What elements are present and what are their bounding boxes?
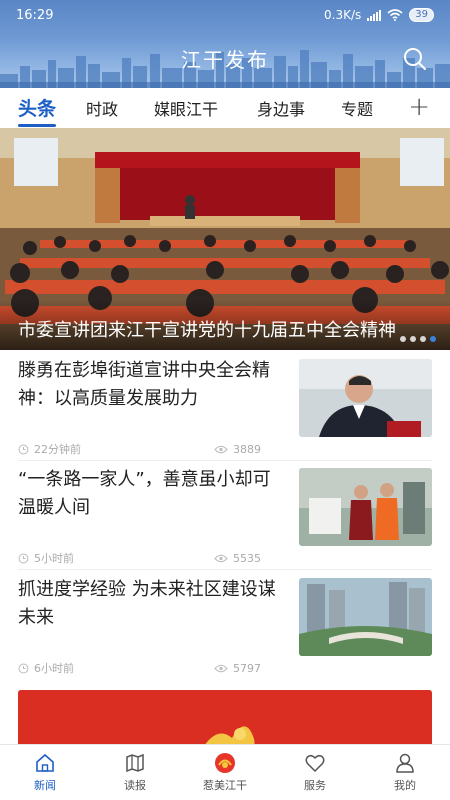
nav-label: 新闻 (34, 779, 56, 792)
nav-label: 服务 (304, 779, 326, 792)
news-thumbnail[interactable] (299, 578, 432, 656)
app-title: 江干发布 (181, 48, 269, 72)
news-views: 5797 (233, 661, 261, 675)
home-icon (36, 753, 54, 772)
nav-service[interactable]: 服务 (270, 745, 360, 800)
hero-carousel[interactable]: 市委宣讲团来江干宣讲党的十九届五中全会精神 (0, 128, 450, 350)
nav-beautiful-jianggan[interactable]: 惹美江干 (180, 745, 270, 800)
network-speed: 0.3K/s (324, 8, 362, 22)
news-meta: 22分钟前 3889 (18, 441, 268, 457)
news-list-item[interactable]: 滕勇在彭埠街道宣讲中央全会精神：以高质量发展助力 22分钟前 3889 (18, 357, 432, 465)
news-thumbnail[interactable] (299, 468, 432, 546)
carousel-dot-active[interactable] (430, 336, 436, 342)
nav-profile[interactable]: 我的 (360, 745, 450, 800)
hero-caption[interactable]: 市委宣讲团来江干宣讲党的十九届五中全会精神 (18, 316, 418, 342)
app-header: 16:29 0.3K/s 39 江干发布 (0, 0, 450, 88)
wifi-icon (387, 9, 403, 21)
nav-news[interactable]: 新闻 (0, 745, 90, 800)
news-time: 6小时前 (34, 662, 74, 675)
clock-icon (18, 553, 29, 563)
news-list-item[interactable]: “一条路一家人”，善意虽小却可温暖人间 5小时前 5535 (18, 466, 432, 574)
news-list-item[interactable]: 抓进度学经验 为未来社区建设谋未来 6小时前 5797 (18, 576, 432, 684)
hero-caption-overlay: 市委宣讲团来江干宣讲党的十九届五中全会精神 (0, 300, 450, 350)
nav-label: 读报 (124, 779, 146, 792)
carousel-dot[interactable] (410, 336, 416, 342)
active-tab-indicator (18, 124, 56, 127)
news-title[interactable]: “一条路一家人”，善意虽小却可温暖人间 (18, 466, 283, 522)
news-title[interactable]: 抓进度学经验 为未来社区建设谋未来 (18, 576, 283, 632)
news-time: 22分钟前 (34, 443, 81, 456)
eye-icon (214, 554, 228, 562)
tab-topics[interactable]: 专题 (341, 96, 373, 120)
clock-icon (18, 444, 29, 454)
signal-icon (367, 9, 382, 21)
news-meta: 6小时前 5797 (18, 660, 268, 676)
nav-newspaper[interactable]: 读报 (90, 745, 180, 800)
news-time: 5小时前 (34, 552, 74, 565)
add-tab-icon[interactable]: + (408, 92, 430, 122)
divider (18, 569, 432, 570)
tab-local[interactable]: 身边事 (257, 96, 305, 120)
search-icon[interactable] (402, 46, 428, 72)
promo-banner[interactable] (18, 690, 432, 746)
news-meta: 5小时前 5535 (18, 550, 268, 566)
emblem-icon (215, 753, 235, 773)
nav-label: 我的 (394, 779, 416, 792)
heart-icon (305, 754, 325, 773)
status-time: 16:29 (16, 7, 54, 23)
user-icon (396, 753, 414, 773)
battery-indicator: 39 (409, 8, 434, 22)
eye-icon (214, 445, 228, 453)
tab-politics[interactable]: 时政 (86, 96, 118, 120)
category-tabs: 头条 时政 媒眼江干 身边事 专题 + (0, 88, 450, 128)
divider (18, 460, 432, 461)
tab-media[interactable]: 媒眼江干 (154, 96, 218, 120)
bottom-navigation: 新闻 读报 惹美江干 服务 我的 (0, 744, 450, 800)
clock-icon (18, 663, 29, 673)
news-views: 3889 (233, 442, 261, 456)
status-bar: 16:29 0.3K/s 39 (0, 0, 450, 30)
carousel-dot[interactable] (420, 336, 426, 342)
eye-icon (214, 664, 228, 672)
news-thumbnail[interactable] (299, 359, 432, 437)
nav-label: 惹美江干 (203, 779, 247, 792)
carousel-dots (400, 336, 436, 342)
carousel-dot[interactable] (400, 336, 406, 342)
news-views: 5535 (233, 551, 261, 565)
news-title[interactable]: 滕勇在彭埠街道宣讲中央全会精神：以高质量发展助力 (18, 357, 283, 413)
map-icon (126, 753, 144, 773)
tab-headlines[interactable]: 头条 (18, 94, 56, 121)
status-indicators: 0.3K/s 39 (324, 8, 434, 22)
